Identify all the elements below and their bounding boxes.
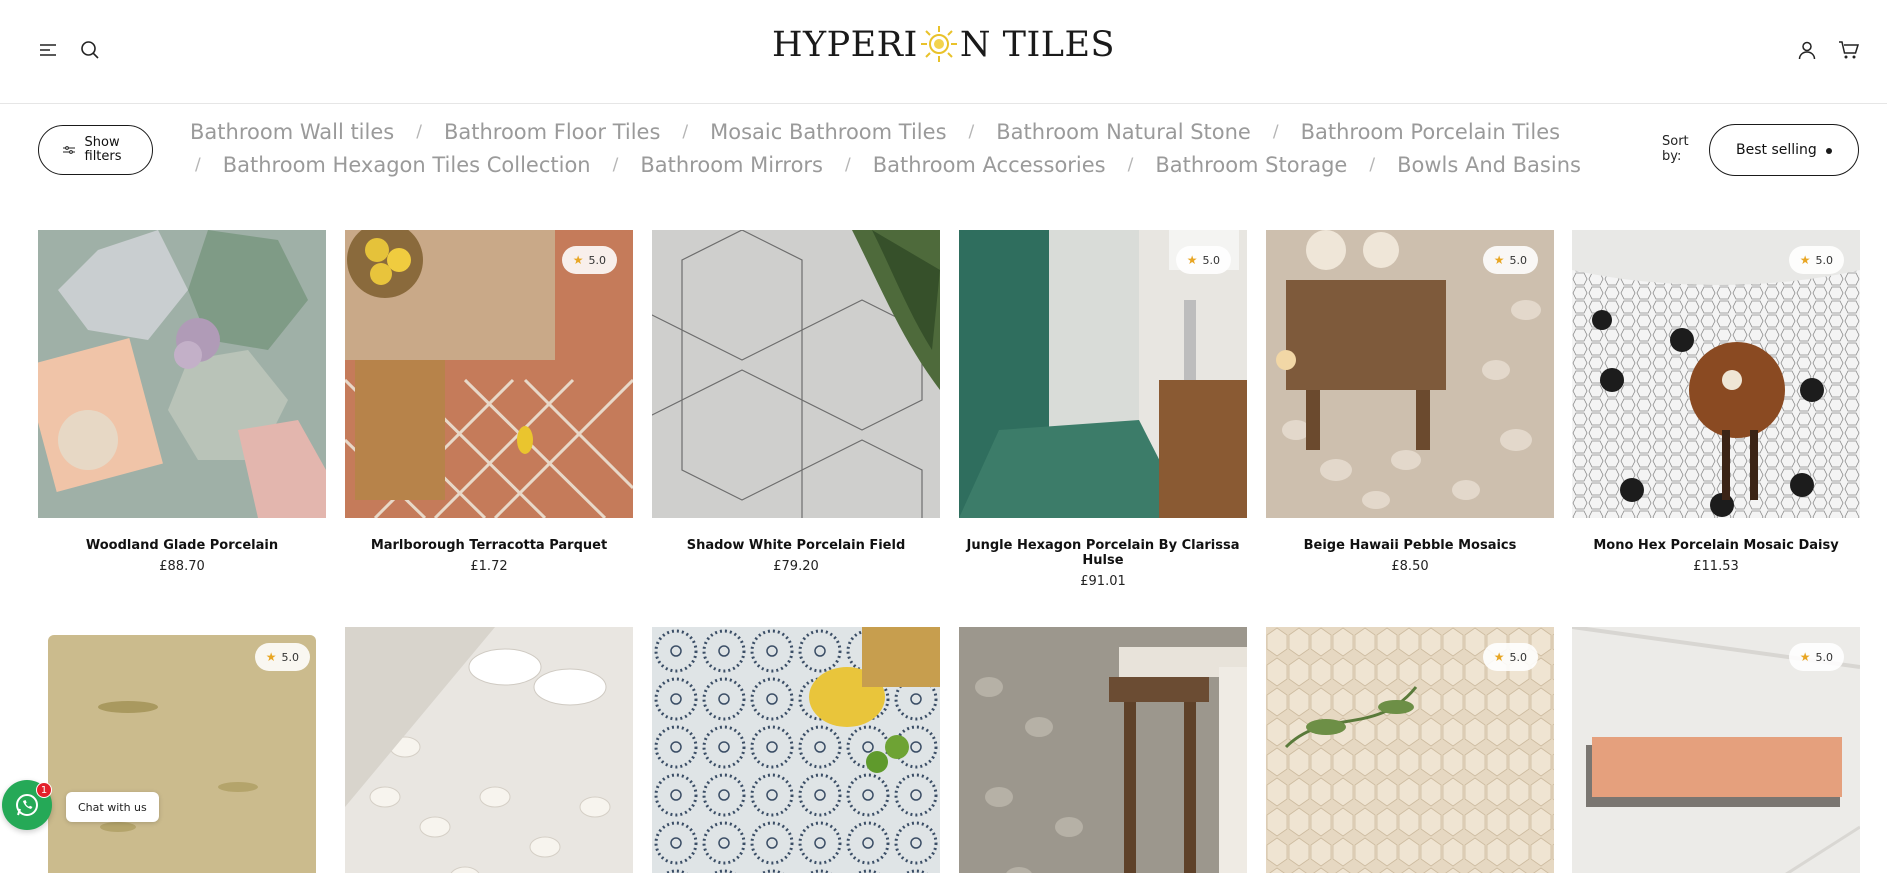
category-separator: /	[1127, 155, 1134, 175]
rating-badge: ★ 5.0	[1482, 246, 1538, 274]
rating-value: 5.0	[1815, 253, 1834, 267]
product-image-shadow-white[interactable]	[652, 230, 940, 518]
product-name[interactable]: Marlborough Terracotta Parquet	[345, 538, 633, 553]
category-link-bathroom-mirrors[interactable]: Bathroom Mirrors	[640, 149, 823, 182]
category-links: Bathroom Wall tiles / Bathroom Floor Til…	[190, 116, 1670, 182]
product-price: £79.20	[773, 559, 819, 574]
rating-badge: ★ 5.0	[1175, 246, 1231, 274]
product-name[interactable]: Woodland Glade Porcelain	[38, 538, 326, 553]
category-link-bathroom-storage[interactable]: Bathroom Storage	[1155, 149, 1347, 182]
category-row-1: Bathroom Wall tiles / Bathroom Floor Til…	[190, 116, 1670, 149]
product-card[interactable]	[959, 627, 1247, 873]
category-separator: /	[195, 155, 201, 175]
star-icon: ★	[1186, 253, 1198, 267]
product-card[interactable]	[345, 627, 633, 873]
rating-badge: ★ 5.0	[1482, 643, 1538, 671]
rating-value: 5.0	[1202, 253, 1221, 267]
rating-badge: ★ 5.0	[1788, 643, 1844, 671]
product-card[interactable]: Shadow White Porcelain Field £79.20	[652, 230, 940, 574]
product-price: £1.72	[470, 559, 508, 574]
product-card[interactable]: ★ 5.0	[38, 627, 326, 873]
product-image-pearl-mosaic[interactable]: ★ 5.0	[1266, 627, 1554, 873]
product-price: £88.70	[159, 559, 205, 574]
product-image-grey-pebble[interactable]	[959, 627, 1247, 873]
star-icon: ★	[1493, 650, 1505, 664]
rating-badge: ★ 5.0	[254, 643, 310, 671]
filter-sliders-icon	[62, 146, 75, 154]
product-name[interactable]: Beige Hawaii Pebble Mosaics	[1266, 538, 1554, 553]
category-link-bathroom-natural-stone[interactable]: Bathroom Natural Stone	[996, 116, 1251, 149]
product-image-beige-hawaii-pebble[interactable]: ★ 5.0	[1266, 230, 1554, 518]
category-link-bowls-and-basins[interactable]: Bowls And Basins	[1397, 149, 1581, 182]
logo-text-start: HYPERI	[771, 25, 918, 65]
cart-icon[interactable]	[1837, 38, 1861, 62]
star-icon: ★	[1799, 253, 1811, 267]
category-link-bathroom-hexagon-tiles-collection[interactable]: Bathroom Hexagon Tiles Collection	[223, 149, 591, 182]
product-image-travertine[interactable]: ★ 5.0	[38, 627, 326, 873]
sort-select-value: Best selling	[1736, 142, 1817, 158]
product-price: £91.01	[1080, 574, 1126, 589]
show-filters-label: Show filters	[84, 135, 122, 164]
product-price: £8.50	[1391, 559, 1429, 574]
rating-badge: ★ 5.0	[561, 246, 617, 274]
product-card[interactable]	[652, 627, 940, 873]
star-icon: ★	[265, 650, 277, 664]
sort-dropdown-icon	[1826, 148, 1832, 154]
category-separator: /	[416, 122, 422, 142]
chat-with-us-label[interactable]: Chat with us	[66, 792, 159, 822]
product-name[interactable]: Jungle Hexagon Porcelain By Clarissa Hul…	[959, 538, 1247, 568]
product-price: £11.53	[1693, 559, 1739, 574]
category-separator: /	[1369, 155, 1376, 175]
product-name[interactable]: Mono Hex Porcelain Mosaic Daisy	[1572, 538, 1860, 553]
product-image-white-pebble[interactable]	[345, 627, 633, 873]
product-image-pink-brick[interactable]: ★ 5.0	[1572, 627, 1860, 873]
product-card[interactable]: ★ 5.0	[1572, 627, 1860, 873]
product-card[interactable]: ★ 5.0 Beige Hawaii Pebble Mosaics £8.50	[1266, 230, 1554, 574]
category-row-2: / Bathroom Hexagon Tiles Collection / Ba…	[190, 149, 1670, 182]
sun-logo-icon	[919, 24, 959, 64]
show-filters-button[interactable]: Show filters	[38, 125, 153, 175]
category-link-bathroom-wall-tiles[interactable]: Bathroom Wall tiles	[190, 116, 394, 149]
product-card[interactable]: ★ 5.0 Mono Hex Porcelain Mosaic Daisy £11…	[1572, 230, 1860, 574]
category-link-bathroom-porcelain-tiles[interactable]: Bathroom Porcelain Tiles	[1301, 116, 1560, 149]
product-image-marlborough-terracotta[interactable]: ★ 5.0	[345, 230, 633, 518]
rating-value: 5.0	[1509, 253, 1528, 267]
product-image-jungle-hexagon[interactable]: ★ 5.0	[959, 230, 1247, 518]
category-separator: /	[682, 122, 689, 142]
rating-value: 5.0	[588, 253, 607, 267]
product-card[interactable]: ★ 5.0 Jungle Hexagon Porcelain By Clariss…	[959, 230, 1247, 589]
site-header: HYPERI N TILES	[0, 0, 1887, 104]
account-icon[interactable]	[1795, 38, 1819, 62]
category-separator: /	[612, 155, 619, 175]
chat-notification-badge: 1	[36, 782, 52, 798]
sort-select[interactable]: Best selling	[1709, 124, 1859, 176]
category-link-bathroom-accessories[interactable]: Bathroom Accessories	[873, 149, 1106, 182]
product-name[interactable]: Shadow White Porcelain Field	[652, 538, 940, 553]
whatsapp-icon	[16, 794, 38, 816]
product-card[interactable]: Woodland Glade Porcelain £88.70	[38, 230, 326, 574]
category-link-mosaic-bathroom-tiles[interactable]: Mosaic Bathroom Tiles	[710, 116, 946, 149]
star-icon: ★	[1493, 253, 1505, 267]
category-link-bathroom-floor-tiles[interactable]: Bathroom Floor Tiles	[444, 116, 660, 149]
rating-badge: ★ 5.0	[1788, 246, 1844, 274]
rating-value: 5.0	[1509, 650, 1528, 664]
category-separator: /	[1272, 122, 1279, 142]
logo-text-end: N TILES	[959, 25, 1116, 65]
site-logo[interactable]: HYPERI N TILES	[0, 24, 1887, 65]
category-separator: /	[968, 122, 975, 142]
product-card[interactable]: ★ 5.0 Marlborough Terracotta Parquet £1.7…	[345, 230, 633, 574]
product-image-woodland-glade[interactable]	[38, 230, 326, 518]
product-image-patterned-tile[interactable]	[652, 627, 940, 873]
product-image-mono-hex-daisy[interactable]: ★ 5.0	[1572, 230, 1860, 518]
sort-by-label: Sort by:	[1662, 134, 1689, 164]
rating-value: 5.0	[281, 650, 300, 664]
star-icon: ★	[1799, 650, 1811, 664]
category-separator: /	[845, 155, 851, 175]
rating-value: 5.0	[1815, 650, 1834, 664]
product-card[interactable]: ★ 5.0	[1266, 627, 1554, 873]
star-icon: ★	[572, 253, 584, 267]
